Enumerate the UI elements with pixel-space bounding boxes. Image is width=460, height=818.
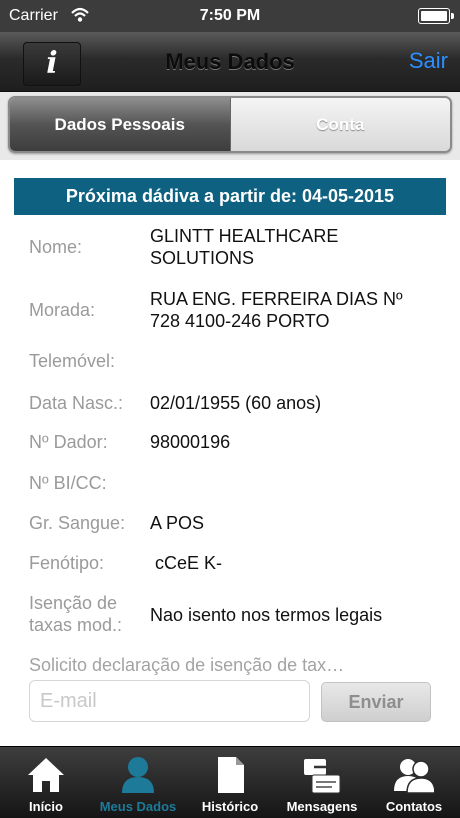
tab-mensagens[interactable]: Mensagens bbox=[276, 747, 368, 818]
field-label: Data Nasc.: bbox=[29, 393, 124, 413]
segment-conta[interactable]: Conta bbox=[230, 98, 450, 151]
battery-icon bbox=[418, 8, 454, 24]
contacts-icon bbox=[394, 759, 434, 794]
next-donation-banner: Próxima dádiva a partir de: 04-05-2015 bbox=[14, 178, 446, 215]
tab-label: Histórico bbox=[201, 799, 259, 814]
field-label: Telemóvel: bbox=[29, 351, 116, 371]
field-value: 98000196 bbox=[150, 432, 231, 452]
tab-label: Meus Dados bbox=[99, 799, 177, 814]
field-label: Isenção de bbox=[29, 593, 118, 613]
segment-dados-pessoais[interactable]: Dados Pessoais bbox=[10, 98, 231, 151]
exemption-request-text: Solicito declaração de isenção de tax… bbox=[29, 655, 345, 675]
tab-bar: Início Meus Dados Histórico Mensagens Co… bbox=[0, 746, 460, 818]
document-icon bbox=[218, 757, 244, 793]
clock: 7:50 PM bbox=[199, 7, 261, 24]
messages-icon bbox=[304, 759, 341, 794]
field-label: Fenótipo: bbox=[29, 553, 105, 573]
home-icon bbox=[28, 758, 64, 792]
segmented-control: Dados Pessoais Conta bbox=[8, 96, 452, 153]
field-value: cCeE K- bbox=[150, 553, 223, 573]
tab-label: Contatos bbox=[385, 799, 443, 814]
field-label: Nº Dador: bbox=[29, 432, 108, 452]
tab-inicio[interactable]: Início bbox=[0, 747, 92, 818]
field-value: A POS bbox=[150, 513, 205, 533]
status-bar: Carrier 7:50 PM bbox=[0, 0, 460, 32]
send-button[interactable]: Enviar bbox=[321, 682, 431, 722]
field-value: 02/01/1955 (60 anos) bbox=[150, 393, 322, 413]
user-icon bbox=[122, 757, 154, 793]
email-field[interactable] bbox=[29, 680, 310, 722]
tab-contatos[interactable]: Contatos bbox=[368, 747, 460, 818]
field-label: Gr. Sangue: bbox=[29, 513, 126, 533]
field-value: RUA ENG. FERREIRA DIAS Nº bbox=[150, 289, 403, 309]
field-label: Nome: bbox=[29, 237, 83, 257]
field-value: GLINTT HEALTHCARE bbox=[150, 226, 339, 246]
tab-label: Mensagens bbox=[286, 799, 358, 814]
tab-meus-dados[interactable]: Meus Dados bbox=[92, 747, 184, 818]
page-title: Meus Dados bbox=[165, 49, 295, 74]
navigation-bar: i Meus Dados Sair bbox=[0, 32, 460, 92]
field-value: 728 4100-246 PORTO bbox=[150, 311, 330, 331]
field-value: SOLUTIONS bbox=[150, 248, 255, 268]
tab-label: Início bbox=[29, 799, 63, 814]
field-label: taxas mod.: bbox=[29, 615, 123, 635]
logout-button[interactable]: Sair bbox=[409, 48, 448, 74]
field-label: Nº BI/CC: bbox=[29, 473, 107, 493]
segment-area: Dados Pessoais Conta bbox=[0, 92, 460, 160]
field-value: Nao isento nos termos legais bbox=[150, 605, 383, 625]
field-label: Morada: bbox=[29, 300, 96, 320]
tab-historico[interactable]: Histórico bbox=[184, 747, 276, 818]
